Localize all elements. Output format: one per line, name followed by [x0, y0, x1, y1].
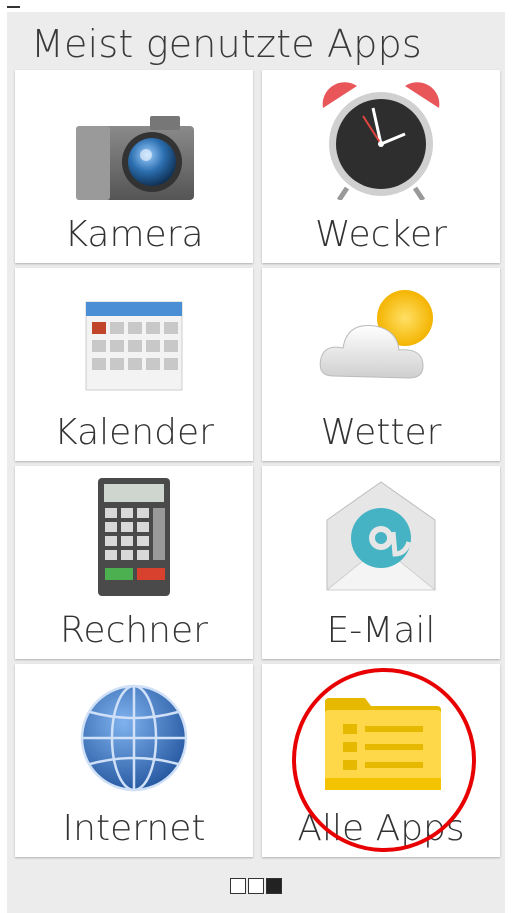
alarm-clock-icon	[322, 82, 440, 200]
page-title: Meist genutzte Apps	[31, 22, 422, 66]
app-label: Rechner	[60, 610, 208, 651]
page-dot[interactable]	[230, 877, 246, 894]
camera-icon	[76, 116, 194, 200]
app-tile-rechner[interactable]: Rechner	[15, 466, 253, 659]
calendar-icon	[85, 301, 183, 391]
app-label: Wecker	[315, 214, 447, 255]
highlight-circle	[292, 668, 476, 852]
app-label: Kalender	[54, 412, 214, 453]
app-tile-wetter[interactable]: Wetter	[262, 268, 500, 461]
app-label: E-Mail	[326, 610, 436, 651]
app-tile-kamera[interactable]: Kamera	[15, 70, 253, 263]
page-indicator	[7, 875, 505, 895]
app-tile-kalender[interactable]: Kalender	[15, 268, 253, 461]
email-icon	[325, 481, 437, 591]
page-dot[interactable]	[248, 877, 264, 894]
app-label: Kamera	[64, 214, 204, 255]
globe-icon	[80, 684, 188, 792]
app-label: Wetter	[320, 412, 442, 453]
app-tile-email[interactable]: E-Mail	[262, 466, 500, 659]
calculator-icon	[98, 478, 170, 596]
page-dot-active[interactable]	[266, 877, 282, 894]
status-line	[7, 6, 20, 8]
app-label: Internet	[62, 808, 206, 849]
app-tile-internet[interactable]: Internet	[15, 664, 253, 857]
app-tile-wecker[interactable]: Wecker	[262, 70, 500, 263]
weather-icon	[319, 290, 433, 379]
